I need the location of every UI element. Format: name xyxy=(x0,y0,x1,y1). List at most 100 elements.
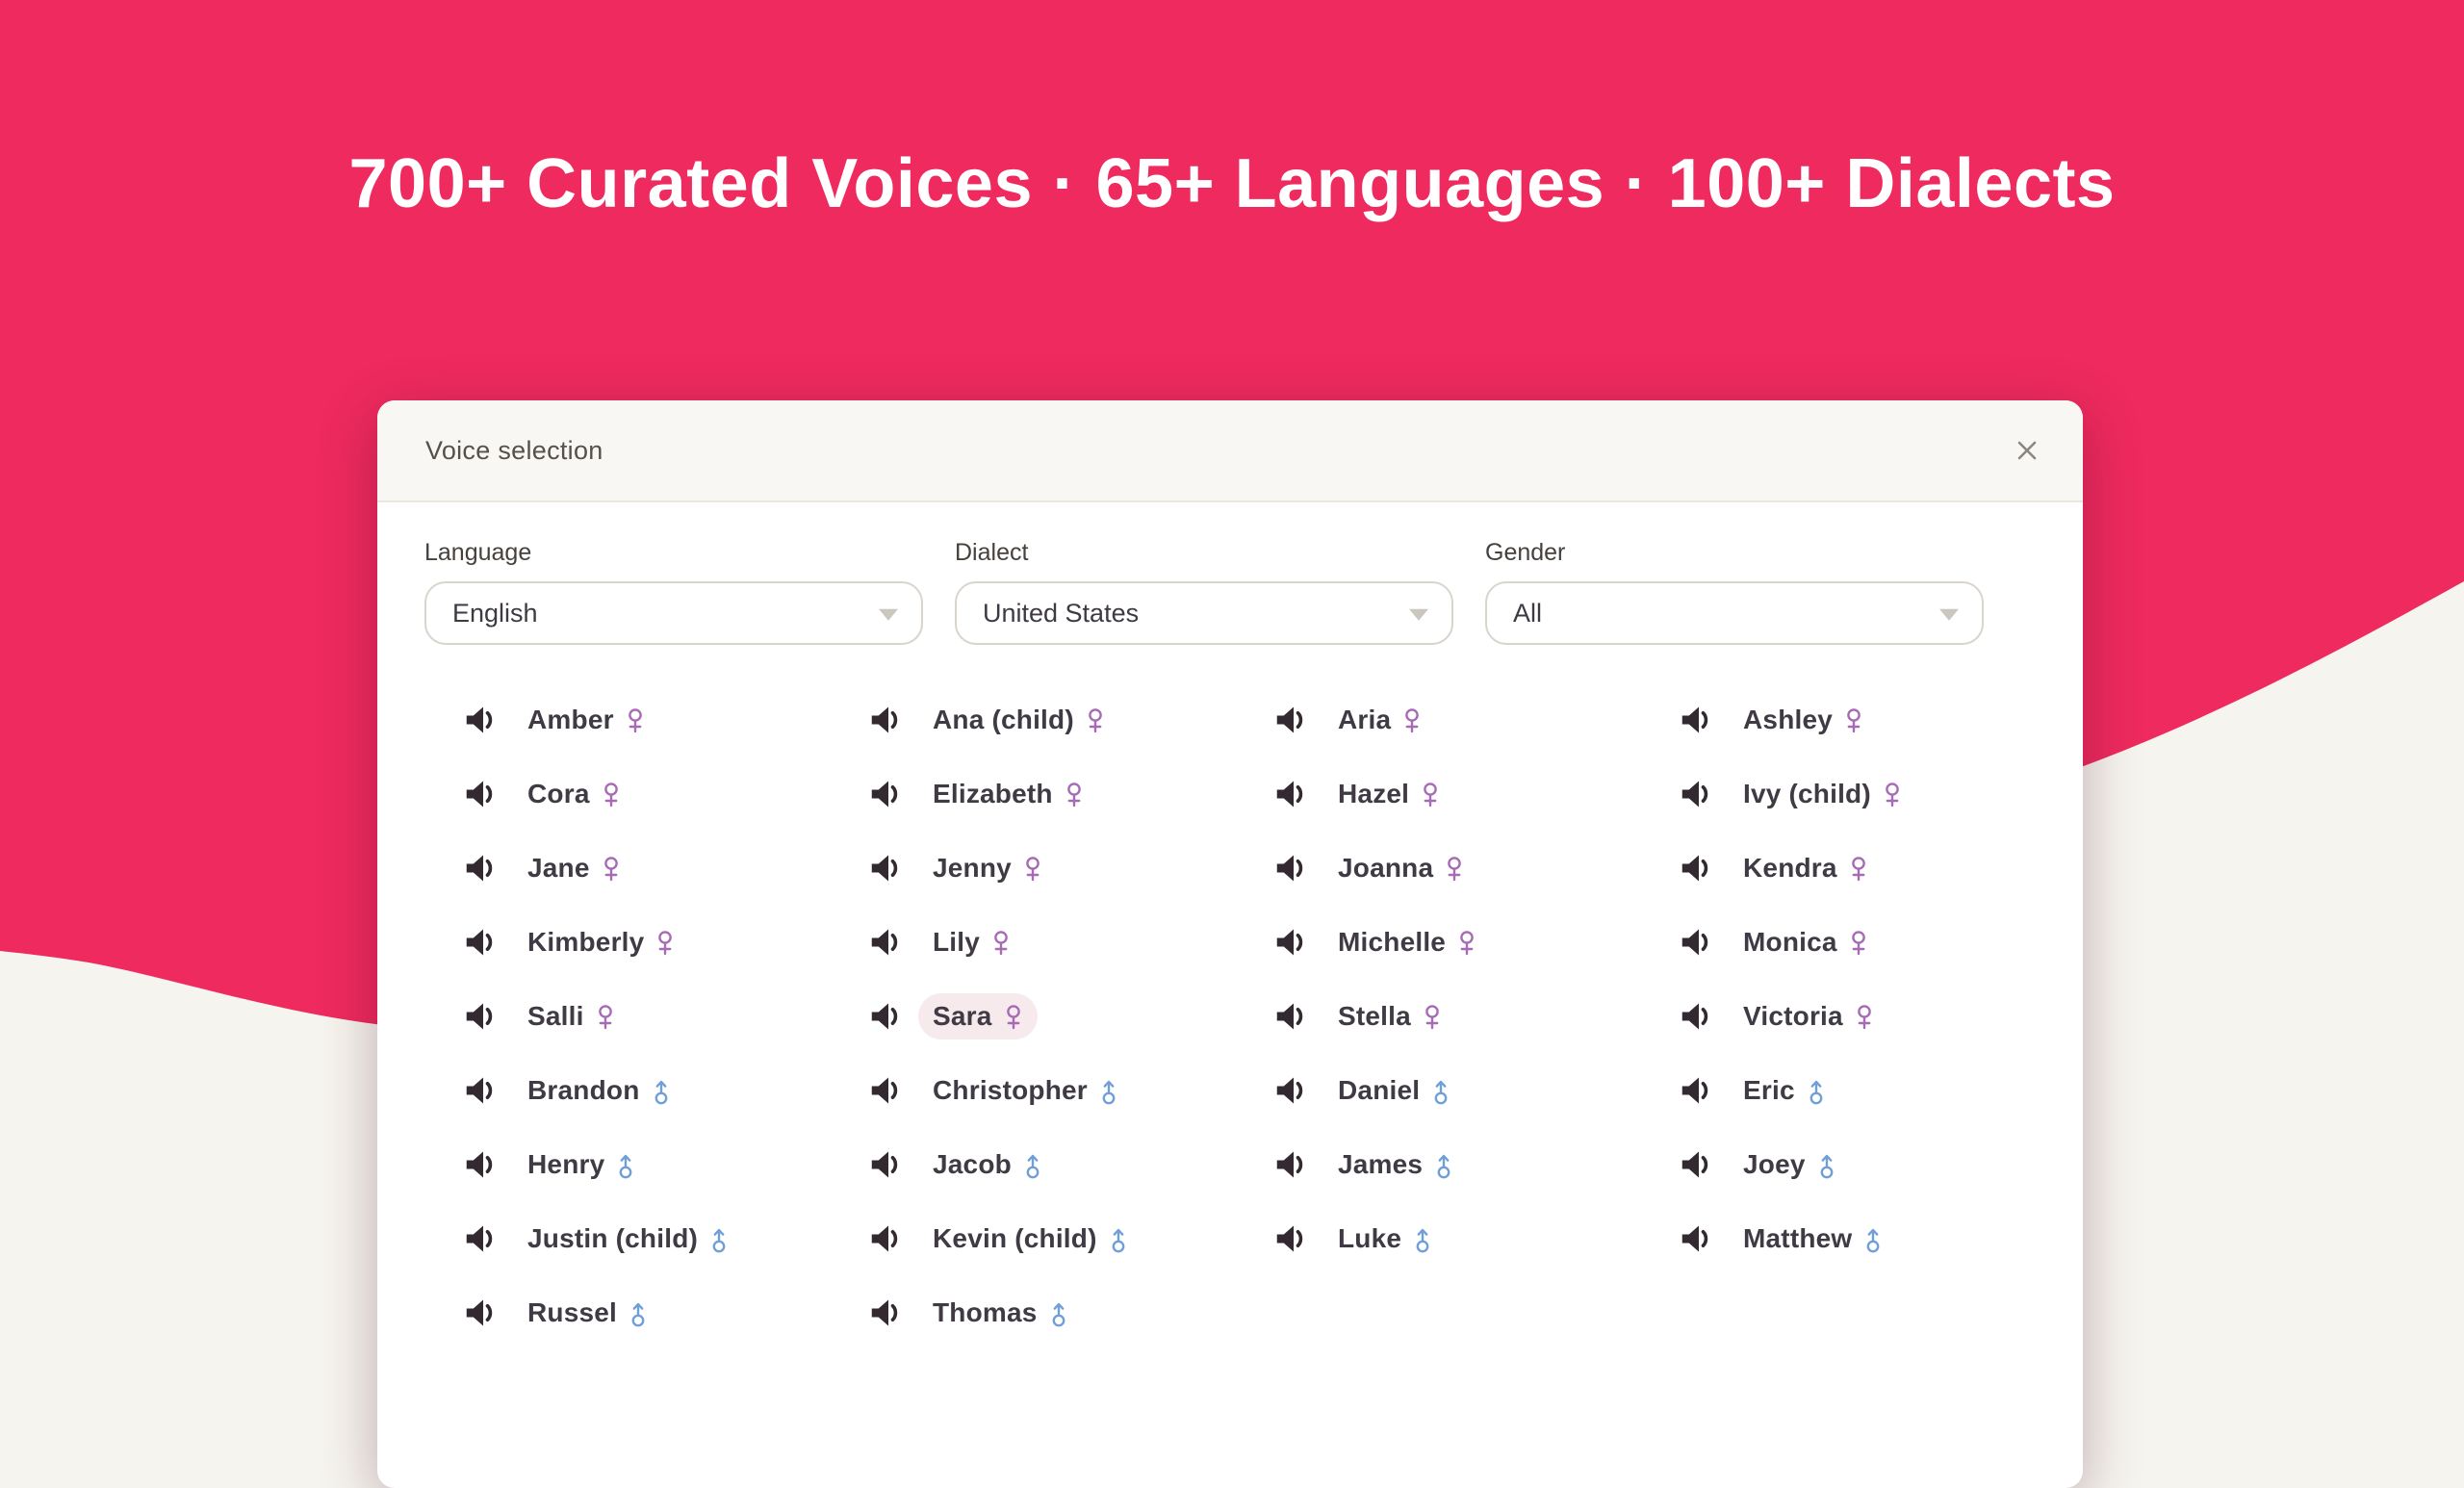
modal-header: Voice selection xyxy=(377,400,2083,502)
play-voice-button[interactable] xyxy=(1679,702,1715,738)
play-voice-button[interactable] xyxy=(1273,776,1310,812)
play-voice-button[interactable] xyxy=(1679,1146,1715,1183)
female-icon xyxy=(1065,782,1084,809)
voice-item[interactable]: Russel xyxy=(463,1292,834,1334)
male-icon xyxy=(1109,1226,1128,1254)
play-voice-button[interactable] xyxy=(1273,1220,1310,1257)
language-filter: Language English xyxy=(424,539,923,645)
voice-label: Elizabeth xyxy=(918,771,1098,817)
play-voice-button[interactable] xyxy=(1679,850,1715,886)
play-voice-button[interactable] xyxy=(463,998,500,1035)
headline: 700+ Curated Voices · 65+ Languages · 10… xyxy=(0,144,2464,223)
close-button[interactable] xyxy=(2004,427,2050,474)
voice-item[interactable]: Daniel xyxy=(1273,1069,1644,1112)
play-voice-button[interactable] xyxy=(463,1295,500,1331)
play-voice-button[interactable] xyxy=(1679,1220,1715,1257)
play-voice-button[interactable] xyxy=(868,1295,905,1331)
voice-item[interactable]: Salli xyxy=(463,995,834,1038)
gender-badge xyxy=(991,930,1011,958)
speaker-icon xyxy=(1273,925,1308,960)
play-voice-button[interactable] xyxy=(1679,924,1715,961)
voice-item[interactable]: Cora xyxy=(463,773,834,815)
speaker-icon xyxy=(868,1073,903,1108)
voice-label: Kendra xyxy=(1729,845,1883,891)
play-voice-button[interactable] xyxy=(868,998,905,1035)
play-voice-button[interactable] xyxy=(868,702,905,738)
voice-item[interactable]: Kevin (child) xyxy=(868,1218,1239,1260)
play-voice-button[interactable] xyxy=(1679,776,1715,812)
filters-row: Language English Dialect United States G… xyxy=(424,539,2036,645)
voice-name: Ashley xyxy=(1743,705,1833,735)
voice-item[interactable]: Thomas xyxy=(868,1292,1239,1334)
voice-name: Daniel xyxy=(1338,1075,1420,1106)
voice-item[interactable]: Jane xyxy=(463,847,834,889)
play-voice-button[interactable] xyxy=(1273,1072,1310,1109)
voice-item[interactable]: Jacob xyxy=(868,1143,1239,1186)
voice-item[interactable]: Elizabeth xyxy=(868,773,1239,815)
play-voice-button[interactable] xyxy=(1273,850,1310,886)
play-voice-button[interactable] xyxy=(1679,998,1715,1035)
voice-name: Kendra xyxy=(1743,853,1837,884)
play-voice-button[interactable] xyxy=(463,776,500,812)
play-voice-button[interactable] xyxy=(868,1072,905,1109)
speaker-icon xyxy=(463,1296,498,1330)
play-voice-button[interactable] xyxy=(1273,1146,1310,1183)
voice-item[interactable]: James xyxy=(1273,1143,1644,1186)
voice-name: Jane xyxy=(527,853,590,884)
voice-item[interactable]: Ashley xyxy=(1679,699,2049,741)
play-voice-button[interactable] xyxy=(868,1220,905,1257)
male-icon xyxy=(652,1078,671,1106)
play-voice-button[interactable] xyxy=(463,924,500,961)
voice-item[interactable]: Jenny xyxy=(868,847,1239,889)
speaker-icon xyxy=(1273,1221,1308,1256)
language-label: Language xyxy=(424,539,923,567)
voice-item[interactable]: Aria xyxy=(1273,699,1644,741)
play-voice-button[interactable] xyxy=(868,850,905,886)
female-icon xyxy=(1423,1004,1442,1032)
voice-item[interactable]: Amber xyxy=(463,699,834,741)
speaker-icon xyxy=(1679,925,1713,960)
play-voice-button[interactable] xyxy=(1273,702,1310,738)
gender-select[interactable]: All xyxy=(1485,581,1984,645)
play-voice-button[interactable] xyxy=(868,776,905,812)
voice-item[interactable]: Kendra xyxy=(1679,847,2049,889)
voice-label: Monica xyxy=(1729,919,1883,965)
voice-item[interactable]: Stella xyxy=(1273,995,1644,1038)
voice-item[interactable]: Lily xyxy=(868,921,1239,963)
voice-item[interactable]: Michelle xyxy=(1273,921,1644,963)
language-select[interactable]: English xyxy=(424,581,923,645)
play-voice-button[interactable] xyxy=(868,1146,905,1183)
play-voice-button[interactable] xyxy=(868,924,905,961)
voice-item[interactable]: Henry xyxy=(463,1143,834,1186)
voice-item[interactable]: Kimberly xyxy=(463,921,834,963)
voice-item[interactable]: Victoria xyxy=(1679,995,2049,1038)
dialect-select[interactable]: United States xyxy=(955,581,1453,645)
gender-badge xyxy=(602,782,621,809)
play-voice-button[interactable] xyxy=(1679,1072,1715,1109)
voice-item[interactable]: Sara xyxy=(868,995,1239,1038)
voice-item[interactable]: Christopher xyxy=(868,1069,1239,1112)
voice-item[interactable]: Joey xyxy=(1679,1143,2049,1186)
voice-item[interactable]: Eric xyxy=(1679,1069,2049,1112)
play-voice-button[interactable] xyxy=(463,1146,500,1183)
play-voice-button[interactable] xyxy=(463,850,500,886)
voice-item[interactable]: Ana (child) xyxy=(868,699,1239,741)
female-icon xyxy=(991,930,1011,958)
voice-name: Kimberly xyxy=(527,927,644,958)
voice-item[interactable]: Joanna xyxy=(1273,847,1644,889)
play-voice-button[interactable] xyxy=(463,1220,500,1257)
play-voice-button[interactable] xyxy=(1273,924,1310,961)
gender-badge xyxy=(1431,1078,1450,1106)
voice-item[interactable]: Brandon xyxy=(463,1069,834,1112)
play-voice-button[interactable] xyxy=(1273,998,1310,1035)
speaker-icon xyxy=(1273,851,1308,885)
play-voice-button[interactable] xyxy=(463,1072,500,1109)
voice-item[interactable]: Hazel xyxy=(1273,773,1644,815)
voice-item[interactable]: Justin (child) xyxy=(463,1218,834,1260)
voice-item[interactable]: Matthew xyxy=(1679,1218,2049,1260)
voice-item[interactable]: Monica xyxy=(1679,921,2049,963)
play-voice-button[interactable] xyxy=(463,702,500,738)
voice-item[interactable]: Ivy (child) xyxy=(1679,773,2049,815)
voice-label: Aria xyxy=(1323,697,1436,743)
voice-item[interactable]: Luke xyxy=(1273,1218,1644,1260)
